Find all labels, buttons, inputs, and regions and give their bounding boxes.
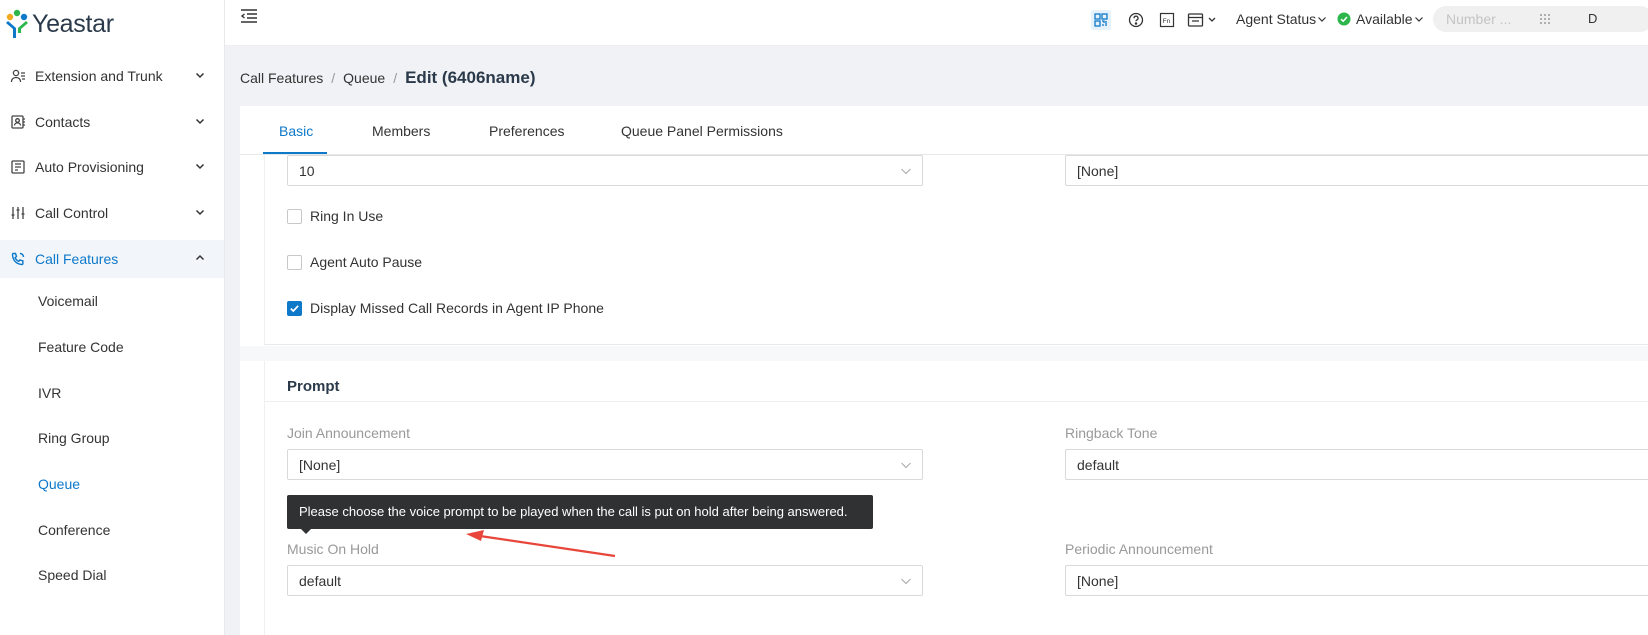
- function-key-icon[interactable]: Fn: [1157, 10, 1177, 30]
- select-value: 10: [299, 163, 315, 179]
- sidebar-item-label: Contacts: [35, 114, 91, 130]
- breadcrumb-separator: /: [393, 70, 398, 86]
- select-value: default: [1077, 457, 1120, 473]
- search-placeholder: Number ...: [1446, 11, 1512, 27]
- select-value: [None]: [299, 457, 341, 473]
- chevron-down-icon: [901, 168, 911, 175]
- yeastar-logo[interactable]: Yeastar: [4, 6, 114, 42]
- sliders-icon: [10, 205, 26, 221]
- breadcrumb-separator: /: [331, 70, 336, 86]
- annotation-arrow-icon: [466, 530, 616, 558]
- sidebar-item-contacts[interactable]: Contacts: [0, 103, 224, 141]
- sidebar-subitem-speed-dial[interactable]: Speed Dial: [38, 567, 107, 583]
- display-missed-call-records-checkbox[interactable]: Display Missed Call Records in Agent IP …: [287, 300, 604, 316]
- periodic-announcement-label: Periodic Announcement: [1065, 541, 1213, 557]
- chevron-down-icon: [1414, 17, 1423, 22]
- breadcrumb: Call Features / Queue / Edit (6406name): [240, 68, 535, 88]
- qr-code-icon[interactable]: [1091, 10, 1111, 30]
- contacts-book-icon: [10, 114, 26, 130]
- tooltip-text: Please choose the voice prompt to be pla…: [299, 504, 848, 519]
- sidebar-subitem-feature-code[interactable]: Feature Code: [38, 339, 124, 355]
- ringback-tone-label: Ringback Tone: [1065, 425, 1158, 441]
- checkbox-box[interactable]: [287, 254, 302, 270]
- music-on-hold-tooltip: Please choose the voice prompt to be pla…: [287, 495, 873, 529]
- divider: [265, 401, 1648, 402]
- chevron-up-icon: [195, 254, 205, 261]
- chevron-down-icon: [195, 209, 205, 216]
- agent-auto-pause-checkbox[interactable]: Agent Auto Pause: [287, 254, 422, 270]
- sidebar-subitem-queue[interactable]: Queue: [38, 476, 80, 492]
- chevron-down-icon: [195, 163, 205, 170]
- ring-in-use-checkbox[interactable]: Ring In Use: [287, 208, 383, 224]
- availability-label: Available: [1356, 11, 1413, 27]
- brand-name: Yeastar: [32, 9, 114, 38]
- sidebar-subitem-conference[interactable]: Conference: [38, 522, 110, 538]
- tab-preferences[interactable]: Preferences: [489, 123, 564, 139]
- sidebar-item-extension-and-trunk[interactable]: Extension and Trunk: [0, 57, 224, 95]
- chevron-down-icon: [901, 578, 911, 585]
- checkbox-label: Display Missed Call Records in Agent IP …: [310, 300, 604, 316]
- sidebar-item-auto-provisioning[interactable]: Auto Provisioning: [0, 148, 224, 186]
- help-circle-icon[interactable]: [1126, 10, 1146, 30]
- tab-queue-panel-permissions[interactable]: Queue Panel Permissions: [621, 123, 783, 139]
- sidebar-item-call-features[interactable]: Call Features: [0, 240, 224, 278]
- tab-bar: Basic Members Preferences Queue Panel Pe…: [240, 106, 1648, 155]
- availability-dropdown[interactable]: Available: [1337, 11, 1424, 27]
- checkbox-label: Agent Auto Pause: [310, 254, 423, 270]
- yeastar-logo-mark-icon: [6, 9, 28, 38]
- svg-text:Fn: Fn: [1163, 18, 1171, 25]
- tab-members[interactable]: Members: [372, 123, 430, 139]
- window-layout-icon[interactable]: [1187, 10, 1221, 30]
- chevron-down-icon: [195, 118, 205, 125]
- periodic-announcement-select[interactable]: [None]: [1065, 565, 1648, 596]
- join-announcement-label: Join Announcement: [287, 425, 410, 441]
- phone-provision-icon: [10, 159, 26, 175]
- active-tab-indicator: [263, 152, 327, 154]
- tab-basic[interactable]: Basic: [279, 123, 313, 139]
- page-title: Edit (6406name): [405, 68, 536, 87]
- ring-timeout-select[interactable]: 10: [287, 155, 923, 186]
- user-menu-truncated[interactable]: D: [1588, 11, 1597, 26]
- select-value: [None]: [1077, 573, 1119, 589]
- ringback-tone-select[interactable]: default: [1065, 449, 1648, 480]
- select-value: [None]: [1077, 163, 1119, 179]
- checkbox-label: Ring In Use: [310, 208, 384, 224]
- sidebar-item-call-control[interactable]: Call Control: [0, 194, 224, 232]
- breadcrumb-call-features[interactable]: Call Features: [240, 70, 323, 86]
- join-announcement-select[interactable]: [None]: [287, 449, 923, 480]
- chevron-down-icon: [195, 72, 205, 79]
- sidebar-subitem-voicemail[interactable]: Voicemail: [38, 293, 98, 309]
- sidebar-subitem-ivr[interactable]: IVR: [38, 385, 61, 401]
- menu-collapse-icon[interactable]: [240, 8, 258, 24]
- checkbox-box[interactable]: [287, 300, 302, 316]
- prompt-section-title: Prompt: [287, 378, 340, 395]
- phone-call-icon: [10, 251, 26, 267]
- music-on-hold-label: Music On Hold: [287, 541, 379, 557]
- sidebar-item-label: Extension and Trunk: [35, 68, 163, 84]
- tooltip-caret: [301, 529, 311, 534]
- top-bar: Fn Agent Status Available Number ... D: [225, 0, 1648, 46]
- music-on-hold-select[interactable]: default: [287, 565, 923, 596]
- sidebar: Yeastar Extension and Trunk Contacts Aut…: [0, 0, 225, 635]
- check-circle-icon: [1337, 12, 1351, 26]
- sidebar-item-label: Call Features: [35, 251, 119, 267]
- chevron-down-icon: [901, 462, 911, 469]
- select-value: default: [299, 573, 342, 589]
- user-list-icon: [10, 68, 26, 84]
- sidebar-item-label: Auto Provisioning: [35, 159, 144, 175]
- agent-status-label: Agent Status: [1236, 11, 1317, 27]
- checkbox-box[interactable]: [287, 208, 302, 224]
- section-divider: [240, 346, 1648, 361]
- breadcrumb-queue[interactable]: Queue: [343, 70, 385, 86]
- number-search-input[interactable]: Number ...: [1433, 6, 1648, 32]
- sidebar-subitem-ring-group[interactable]: Ring Group: [38, 430, 110, 446]
- chevron-down-icon: [1318, 17, 1327, 22]
- dialpad-icon[interactable]: [1539, 13, 1551, 25]
- agent-status-dropdown[interactable]: Agent Status: [1236, 11, 1327, 27]
- right-select[interactable]: [None]: [1065, 155, 1648, 186]
- checkmark-icon: [290, 304, 299, 312]
- sidebar-item-label: Call Control: [35, 205, 109, 221]
